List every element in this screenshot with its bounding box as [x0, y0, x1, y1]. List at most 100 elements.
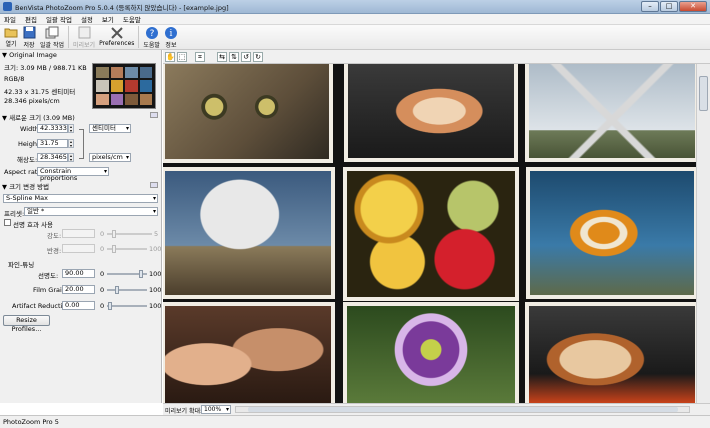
menu-file[interactable]: 파일: [4, 14, 16, 24]
artifact-reduction-min: 0: [100, 302, 105, 310]
resolution-input[interactable]: 28.3465: [37, 153, 68, 162]
strength-max: 5: [154, 230, 159, 238]
selection-tool-icon[interactable]: ⬚: [177, 51, 187, 62]
fruit-photo: [343, 167, 519, 301]
menu-view[interactable]: 보기: [102, 14, 114, 24]
radius-max: 100: [149, 245, 162, 253]
batch-icon: [45, 26, 59, 39]
strength-input[interactable]: [62, 229, 95, 238]
original-resolution: 28.346 pixels/cm: [4, 97, 60, 105]
resize-method-select[interactable]: S-Spline Max: [3, 194, 158, 203]
menu-edit[interactable]: 편집: [25, 14, 37, 24]
fish-photo: [526, 167, 696, 299]
rotate-left-icon[interactable]: ↺: [241, 51, 251, 62]
height-input[interactable]: 31.75: [37, 139, 68, 148]
preview-canvas[interactable]: [163, 64, 696, 403]
radius-input[interactable]: [62, 244, 95, 253]
split-vertical-icon[interactable]: ⇅: [229, 51, 239, 62]
resolution-unit-select[interactable]: pixels/cm: [89, 153, 131, 162]
window-title: BenVista PhotoZoom Pro 5.0.4 (등록하지 않았습니다…: [15, 3, 229, 12]
batch-button[interactable]: 일괄 작업: [38, 25, 66, 49]
minimize-button[interactable]: –: [641, 1, 659, 12]
sharpness-max: 100: [149, 270, 162, 278]
svg-text:i: i: [170, 29, 173, 39]
resize-profiles-button[interactable]: Resize Profiles...: [3, 315, 50, 333]
windmill-photo: [525, 64, 696, 162]
original-dimensions: 42.33 x 31.75 센티미터: [4, 88, 76, 96]
preview-icon: [77, 26, 91, 39]
menu-batch[interactable]: 일괄 작업: [46, 14, 72, 24]
horizontal-scrollbar[interactable]: [235, 406, 690, 413]
couple-photo: [163, 302, 335, 403]
original-image-header[interactable]: ▼ Original Image: [2, 51, 57, 59]
split-horizontal-icon[interactable]: ⇆: [217, 51, 227, 62]
unsharp-label: 선명 효과 사용: [13, 221, 54, 229]
radius-slider[interactable]: [107, 245, 147, 253]
width-input[interactable]: 42.3333: [37, 124, 68, 133]
settings-panel: ▼ Original Image 크기: 3.09 MB / 988.71 KB…: [0, 50, 162, 403]
strength-label: 강도:: [47, 232, 62, 240]
radius-min: 0: [100, 245, 105, 253]
maximize-button[interactable]: □: [660, 1, 678, 12]
collapse-original-button[interactable]: [150, 112, 158, 118]
toolbar-separator: [68, 26, 69, 48]
strength-min: 0: [100, 230, 105, 238]
shell-photo: [344, 64, 518, 162]
app-icon: [3, 2, 12, 11]
preview-zoom-select[interactable]: 100%: [201, 405, 231, 414]
toolbar-separator: [138, 26, 140, 48]
width-spinner[interactable]: ▴ ▾: [68, 124, 74, 133]
status-bar: PhotoZoom Pro 5: [0, 415, 710, 428]
preview-button[interactable]: 미리보기: [71, 25, 97, 49]
vertical-scrollbar[interactable]: [696, 64, 710, 403]
new-size-header[interactable]: ▼ 새로운 크기 (3.09 MB): [2, 112, 75, 122]
link-bracket-icon: [79, 129, 84, 159]
original-thumbnail: [92, 63, 156, 109]
cat-photo: [163, 64, 333, 163]
aspect-ratio-select[interactable]: Constrain proportions: [37, 167, 109, 182]
preview-zoom-label: 미리보기 확대:: [165, 408, 203, 415]
help-icon: ?: [145, 26, 159, 39]
resize-method-header[interactable]: ▼ 크기 변경 방법: [2, 181, 49, 191]
resolution-spinner[interactable]: ▴ ▾: [68, 153, 74, 162]
radius-label: 반경:: [47, 247, 62, 255]
info-icon: i: [164, 26, 178, 39]
menu-settings[interactable]: 설정: [81, 14, 93, 24]
original-mode: RGB/8: [4, 75, 25, 83]
artifact-reduction-max: 100: [149, 302, 162, 310]
menu-help[interactable]: 도움말: [123, 14, 141, 24]
collapse-method-button[interactable]: [150, 182, 158, 188]
artifact-reduction-slider[interactable]: [107, 302, 147, 310]
sharpness-label: 선명도:: [38, 272, 59, 280]
film-grain-input[interactable]: 20.00: [62, 285, 95, 294]
fine-tuning-header: 파인-튜닝: [8, 261, 35, 269]
height-spinner[interactable]: ▴ ▾: [68, 139, 74, 148]
preset-label: 프리셋:: [4, 210, 25, 218]
film-grain-min: 0: [100, 286, 105, 294]
rotate-right-icon[interactable]: ↻: [253, 51, 263, 62]
original-size: 크기: 3.09 MB / 988.71 KB: [4, 64, 87, 72]
observatory-photo: [163, 167, 335, 299]
preferences-button[interactable]: Preferences: [97, 25, 136, 49]
preset-select[interactable]: 일반 *: [24, 207, 158, 216]
close-button[interactable]: ✕: [679, 1, 707, 12]
grill-photo: [525, 302, 696, 403]
sharpness-slider[interactable]: [107, 270, 147, 278]
tools-icon: [110, 26, 124, 39]
strength-slider[interactable]: [107, 230, 152, 238]
open-button[interactable]: 열기: [2, 25, 20, 49]
sharpness-input[interactable]: 90.00: [62, 269, 95, 278]
crop-icon[interactable]: ⌗: [195, 51, 205, 62]
title-bar: BenVista PhotoZoom Pro 5.0.4 (등록하지 않았습니다…: [0, 0, 710, 14]
save-button[interactable]: 저장: [20, 25, 38, 49]
unsharp-checkbox[interactable]: [4, 219, 11, 226]
help-button[interactable]: ? 도움말: [141, 25, 162, 49]
toolbar: 열기 저장 일괄 작업 미리보기 Preferences ? 도움말 i 정보: [0, 25, 710, 50]
hand-tool-icon[interactable]: ✋: [165, 51, 175, 62]
passionflower-photo: [343, 302, 519, 403]
film-grain-slider[interactable]: [107, 286, 147, 294]
floppy-icon: [22, 26, 36, 39]
artifact-reduction-input[interactable]: 0.00: [62, 301, 95, 310]
about-button[interactable]: i 정보: [162, 25, 180, 49]
width-unit-select[interactable]: 센티미터: [89, 124, 131, 133]
